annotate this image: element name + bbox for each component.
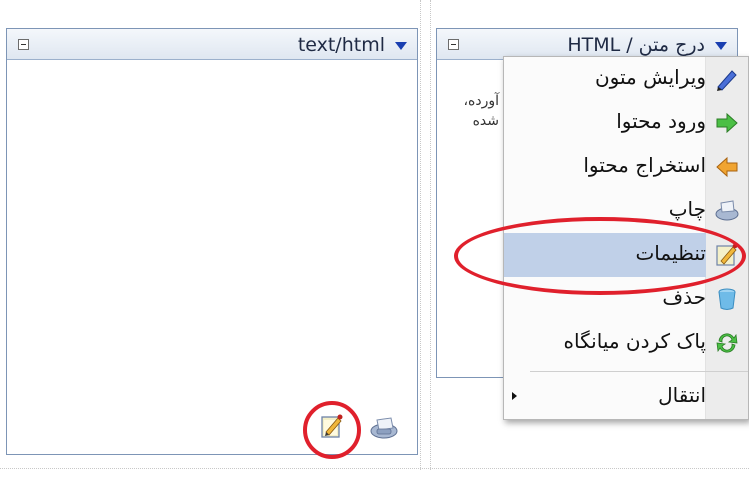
module-title: HTML / درج متن: [567, 34, 705, 56]
content-line: شده: [472, 113, 499, 129]
settings-highlight: [454, 217, 746, 295]
menu-item-import[interactable]: ورود محتوا: [504, 101, 748, 145]
menu-item-label: انتقال: [658, 383, 706, 407]
menu-item-clear-cache[interactable]: پاک کردن میانگاه: [504, 321, 748, 365]
dropdown-arrow-icon[interactable]: [395, 42, 407, 50]
menu-item-label: استخراج محتوا: [583, 153, 706, 177]
dropdown-arrow-icon[interactable]: [715, 42, 727, 50]
menu-item-export[interactable]: استخراج محتوا: [504, 145, 748, 189]
trash-icon: [715, 287, 739, 311]
menu-separator: [530, 371, 748, 372]
menu-item-label: ویرایش متون: [594, 65, 706, 89]
pane-divider-left: [420, 0, 421, 470]
content-line: آورده،: [463, 93, 500, 109]
refresh-icon: [715, 331, 739, 355]
submenu-arrow-icon: [512, 392, 517, 400]
pane-divider-right: [430, 0, 431, 470]
collapse-icon[interactable]: [18, 39, 29, 50]
module-header: text/html: [7, 29, 417, 60]
menu-item-label: پاک کردن میانگاه: [563, 329, 706, 353]
collapse-icon[interactable]: [448, 39, 459, 50]
module-content-text: آورده، شده: [439, 91, 500, 131]
print-icon[interactable]: [369, 416, 399, 440]
import-arrow-icon: [715, 111, 739, 135]
menu-item-move[interactable]: انتقال: [504, 375, 748, 419]
pencil-icon: [715, 67, 739, 91]
print-icon: [715, 199, 739, 223]
module-text-html: text/html: [6, 28, 418, 455]
module-title: text/html: [297, 34, 385, 56]
pane-bottom-border: [0, 468, 749, 469]
export-arrow-icon: [715, 155, 739, 179]
menu-item-edit-text[interactable]: ویرایش متون: [504, 57, 748, 101]
menu-item-label: چاپ: [668, 197, 706, 221]
menu-item-label: ورود محتوا: [616, 109, 706, 133]
edit-icon-highlight: [303, 401, 361, 459]
